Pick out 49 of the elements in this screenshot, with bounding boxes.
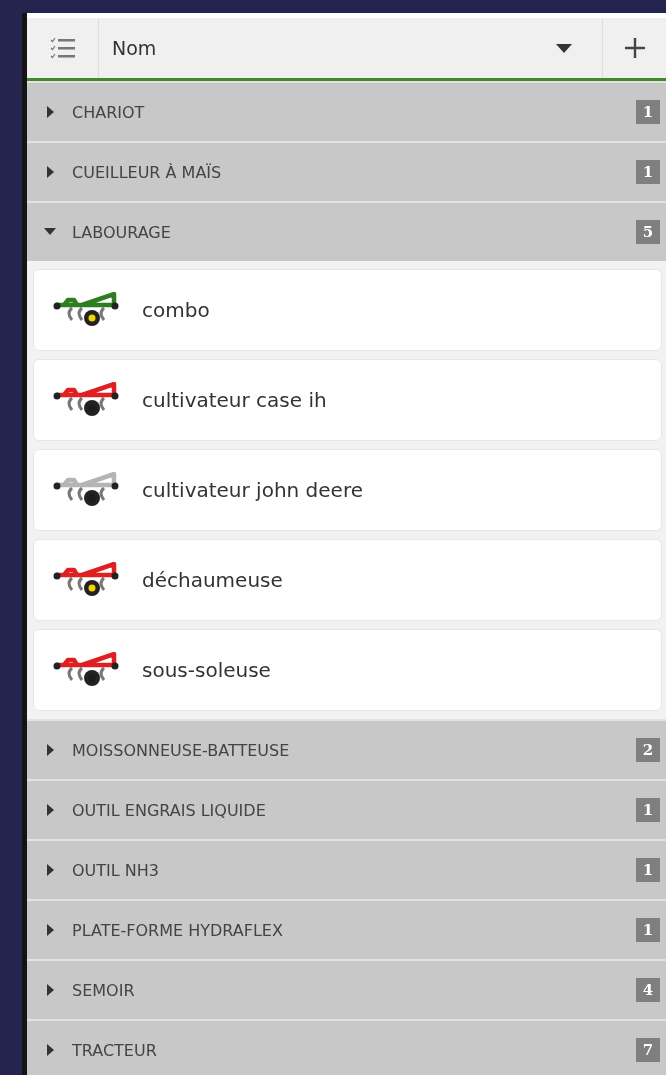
- group-row[interactable]: CUEILLEUR À MAÏS 1: [27, 141, 666, 201]
- count-badge: 1: [636, 100, 660, 124]
- group-row[interactable]: OUTIL ENGRAIS LIQUIDE 1: [27, 779, 666, 839]
- count-badge: 1: [636, 160, 660, 184]
- group-row[interactable]: OUTIL NH3 1: [27, 839, 666, 899]
- caret-icon: [556, 43, 572, 53]
- collapsed-arrow-icon: [44, 744, 56, 756]
- group-label: CUEILLEUR À MAÏS: [72, 162, 223, 182]
- count-badge: 1: [636, 918, 660, 942]
- equipment-item[interactable]: cultivateur john deere: [33, 449, 662, 531]
- group-row[interactable]: CHARIOT 1: [27, 81, 666, 141]
- collapsed-arrow-icon: [44, 804, 56, 816]
- count-badge: 1: [636, 798, 660, 822]
- group-label: TRACTEUR: [72, 1040, 158, 1060]
- group-row[interactable]: LABOURAGE 5: [27, 201, 666, 261]
- group-row[interactable]: SEMOIR 4: [27, 959, 666, 1019]
- group-label: PLATE-FORME HYDRAFLEX: [72, 920, 284, 940]
- group-label: OUTIL NH3: [72, 860, 160, 880]
- count-badge: 2: [636, 738, 660, 762]
- group-row[interactable]: PLATE-FORME HYDRAFLEX 1: [27, 899, 666, 959]
- collapsed-arrow-icon: [44, 106, 56, 118]
- collapsed-arrow-icon: [44, 864, 56, 876]
- equipment-name: déchaumeuse: [142, 568, 283, 592]
- equipment-name: cultivateur john deere: [142, 478, 363, 502]
- group-label: SEMOIR: [72, 980, 136, 1000]
- count-badge: 1: [636, 858, 660, 882]
- group-label: MOISSONNEUSE-BATTEUSE: [72, 740, 291, 760]
- count-badge: 4: [636, 978, 660, 1002]
- collapsed-arrow-icon: [44, 984, 56, 996]
- count-badge: 7: [636, 1038, 660, 1062]
- equipment-name: cultivateur case ih: [142, 388, 327, 412]
- equipment-item[interactable]: combo: [33, 269, 662, 351]
- group-label: CHARIOT: [72, 102, 146, 122]
- checklist-icon: [49, 35, 76, 61]
- group-label: LABOURAGE: [72, 222, 172, 242]
- collapsed-arrow-icon: [44, 1044, 56, 1056]
- sort-dropdown[interactable]: Nom: [99, 18, 602, 78]
- collapsed-arrow-icon: [44, 924, 56, 936]
- equipment-item[interactable]: déchaumeuse: [33, 539, 662, 621]
- count-badge: 5: [636, 220, 660, 244]
- equipment-item[interactable]: cultivateur case ih: [33, 359, 662, 441]
- group-row[interactable]: TRACTEUR 7: [27, 1019, 666, 1075]
- equipment-name: combo: [142, 298, 210, 322]
- group-label: OUTIL ENGRAIS LIQUIDE: [72, 800, 267, 820]
- plus-icon: [624, 38, 645, 58]
- equipment-name: sous-soleuse: [142, 658, 271, 682]
- equipment-item[interactable]: sous-soleuse: [33, 629, 662, 711]
- collapsed-arrow-icon: [44, 166, 56, 178]
- group-row[interactable]: MOISSONNEUSE-BATTEUSE 2: [27, 719, 666, 779]
